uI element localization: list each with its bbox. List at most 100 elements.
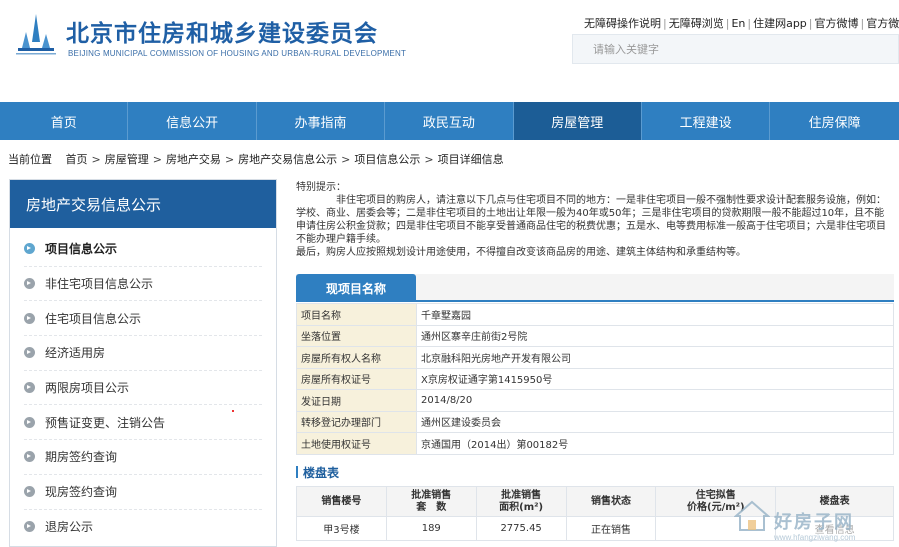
watermark-url: www.hfangziwang.com bbox=[774, 533, 856, 542]
project-field-value: 2014/8/20 bbox=[416, 389, 894, 412]
top-link-separator: | bbox=[808, 17, 813, 30]
project-info-table: 项目名称 千章墅嘉园 坐落位置 通州区寨辛庄前街2号院 房屋所有权人名称 北京融科阳光房地… bbox=[296, 303, 894, 455]
nav-item-interaction[interactable]: 政民互动 bbox=[385, 102, 514, 140]
sidebar-item-spot-contract-query[interactable]: 现房签约查询 bbox=[24, 475, 262, 510]
arrow-bullet-icon bbox=[24, 416, 35, 428]
top-link-wechat[interactable]: 官方微信 bbox=[866, 17, 899, 30]
sidebar-item-label: 两限房项目公示 bbox=[45, 381, 130, 396]
project-field-value: 京通国用（2014出）第00182号 bbox=[416, 432, 894, 455]
project-field-value: X京房权证通字第1415950号 bbox=[416, 367, 894, 390]
top-link-accessible-browse[interactable]: 无障碍浏览 bbox=[669, 17, 724, 30]
notice-label: 特别提示： bbox=[296, 182, 346, 193]
sidebar-item-price-limited-housing[interactable]: 两限房项目公示 bbox=[24, 371, 262, 406]
arrow-bullet-icon bbox=[24, 312, 35, 324]
sidebar-item-affordable-housing[interactable]: 经济适用房 bbox=[24, 336, 262, 371]
site-watermark: 好房子网 www.hfangziwang.com bbox=[730, 498, 899, 547]
breadcrumb-housing-management[interactable]: 房屋管理 bbox=[105, 153, 149, 166]
project-field-label: 土地使用权证号 bbox=[296, 432, 417, 455]
table-cell: 2775.45 bbox=[475, 516, 567, 541]
breadcrumb-label: 当前位置 bbox=[8, 153, 52, 166]
breadcrumb: 当前位置 首页 > 房屋管理 > 房地产交易 > 房地产交易信息公示 > 项目信息公示 > 项目详细… bbox=[8, 151, 504, 167]
notice-body-text: 非住宅项目的购房人，请注意以下几点与住宅项目不同的地方：一是非住宅项目一般不强制… bbox=[296, 195, 886, 245]
site-header: 北京市住房和城乡建设委员会 BEIJING MUNICIPAL COMMISSI… bbox=[0, 0, 899, 102]
nav-item-housing-security[interactable]: 住房保障 bbox=[770, 102, 899, 140]
sidebar-item-forward-contract-query[interactable]: 期房签约查询 bbox=[24, 440, 262, 475]
arrow-bullet-icon bbox=[24, 451, 35, 463]
nav-item-home[interactable]: 首页 bbox=[0, 102, 129, 140]
table-row: 项目名称 千章墅嘉园 bbox=[296, 303, 894, 326]
sidebar-title: 房地产交易信息公示 bbox=[10, 180, 276, 228]
table-row: 坐落位置 通州区寨辛庄前街2号院 bbox=[296, 324, 894, 347]
breadcrumb-separator: > bbox=[152, 153, 162, 166]
house-logo-icon bbox=[734, 500, 770, 531]
table-row: 发证日期 2014/8/20 bbox=[296, 389, 894, 412]
tab-project-name[interactable]: 现项目名称 bbox=[296, 274, 416, 302]
column-header: 销售状态 bbox=[565, 486, 657, 517]
sidebar-item-label: 退房公示 bbox=[45, 520, 94, 535]
top-link-english[interactable]: En bbox=[731, 17, 745, 30]
top-link-separator: | bbox=[663, 17, 667, 30]
table-cell: 甲3号楼 bbox=[296, 516, 387, 541]
sidebar-item-label: 期房签约查询 bbox=[45, 450, 118, 465]
table-cell: 正在销售 bbox=[565, 516, 657, 541]
arrow-bullet-icon bbox=[24, 278, 35, 290]
project-field-label: 房屋所有权证号 bbox=[296, 367, 417, 390]
table-row: 房屋所有权人名称 北京融科阳光房地产开发有限公司 bbox=[296, 346, 894, 369]
sidebar-item-non-residential[interactable]: 非住宅项目信息公示 bbox=[24, 267, 262, 302]
arrow-bullet-icon bbox=[24, 382, 35, 394]
site-title-cn[interactable]: 北京市住房和城乡建设委员会 bbox=[66, 14, 378, 48]
table-row: 房屋所有权证号 X京房权证通字第1415950号 bbox=[296, 367, 894, 390]
sidebar-item-label: 非住宅项目信息公示 bbox=[45, 277, 154, 292]
special-notice: 特别提示： 非住宅项目的购房人，请注意以下几点与住宅项目不同的地方：一是非住宅项… bbox=[296, 181, 894, 271]
top-link-separator: | bbox=[747, 17, 752, 30]
sidebar: 房地产交易信息公示 项目信息公示 非住宅项目信息公示 住宅项目信息公示 经济适用… bbox=[9, 179, 277, 547]
breadcrumb-separator: > bbox=[224, 153, 235, 166]
project-field-label: 项目名称 bbox=[296, 303, 417, 326]
search-input[interactable] bbox=[573, 35, 898, 63]
sidebar-item-return-public[interactable]: 退房公示 bbox=[24, 510, 262, 545]
site-title-en: BEIJING MUNICIPAL COMMISSION OF HOUSING … bbox=[68, 49, 407, 58]
breadcrumb-real-estate-trade[interactable]: 房地产交易 bbox=[166, 153, 221, 166]
sidebar-item-project-info[interactable]: 项目信息公示 bbox=[24, 232, 262, 267]
sidebar-item-residential[interactable]: 住宅项目信息公示 bbox=[24, 301, 262, 337]
sidebar-item-presale-change[interactable]: 预售证变更、注销公告 bbox=[24, 405, 262, 441]
breadcrumb-home[interactable]: 首页 bbox=[66, 153, 88, 166]
top-link-accessibility-guide[interactable]: 无障碍操作说明 bbox=[584, 17, 661, 30]
top-links: 无障碍操作说明|无障碍浏览|En|住建网app|官方微博|官方微信|信息 bbox=[584, 15, 899, 31]
arrow-bullet-icon bbox=[24, 486, 35, 498]
beijing-emblem-icon bbox=[16, 14, 56, 55]
nav-item-info-public[interactable]: 信息公开 bbox=[128, 102, 257, 140]
project-field-label: 转移登记办理部门 bbox=[296, 410, 417, 433]
arrow-bullet-icon bbox=[24, 243, 35, 255]
top-link-separator: | bbox=[860, 17, 865, 30]
building-table-title: 楼盘表 bbox=[296, 464, 894, 484]
nav-item-service-guide[interactable]: 办事指南 bbox=[257, 102, 386, 140]
notice-body: 非住宅项目的购房人，请注意以下几点与住宅项目不同的地方：一是非住宅项目一般不强制… bbox=[296, 194, 894, 246]
breadcrumb-separator: > bbox=[424, 153, 434, 166]
breadcrumb-trade-info-public[interactable]: 房地产交易信息公示 bbox=[238, 153, 337, 166]
project-field-value: 通州区寨辛庄前街2号院 bbox=[416, 324, 894, 347]
decorative-dot bbox=[232, 410, 234, 412]
sidebar-item-label: 住宅项目信息公示 bbox=[45, 311, 142, 326]
breadcrumb-separator: > bbox=[341, 153, 351, 166]
project-field-value: 通州区建设委员会 bbox=[416, 410, 894, 433]
top-link-weibo[interactable]: 官方微博 bbox=[815, 17, 859, 30]
project-field-label: 坐落位置 bbox=[296, 324, 417, 347]
sidebar-list: 项目信息公示 非住宅项目信息公示 住宅项目信息公示 经济适用房 两限房项目公示 … bbox=[10, 228, 276, 544]
breadcrumb-project-detail: 项目详细信息 bbox=[437, 153, 504, 166]
table-row: 土地使用权证号 京通国用（2014出）第00182号 bbox=[296, 432, 894, 455]
nav-item-construction[interactable]: 工程建设 bbox=[642, 102, 771, 140]
nav-item-housing-management[interactable]: 房屋管理 bbox=[513, 102, 642, 140]
watermark-text: 好房子网 bbox=[774, 512, 854, 533]
breadcrumb-project-info-public[interactable]: 项目信息公示 bbox=[354, 153, 420, 166]
project-field-value: 千章墅嘉园 bbox=[416, 303, 894, 326]
search-box bbox=[572, 34, 899, 64]
project-field-label: 房屋所有权人名称 bbox=[296, 346, 417, 369]
sidebar-item-label: 现房签约查询 bbox=[45, 485, 118, 500]
notice-last: 最后，购房人应按照规划设计用途使用，不得擅自改变该商品房的用途、建筑主体结构和承… bbox=[296, 247, 746, 258]
building-table-title-text: 楼盘表 bbox=[303, 466, 340, 480]
table-cell: 189 bbox=[385, 516, 477, 541]
top-link-app[interactable]: 住建网app bbox=[753, 17, 807, 30]
title-marker bbox=[296, 466, 298, 478]
sidebar-item-label: 经济适用房 bbox=[45, 346, 106, 361]
